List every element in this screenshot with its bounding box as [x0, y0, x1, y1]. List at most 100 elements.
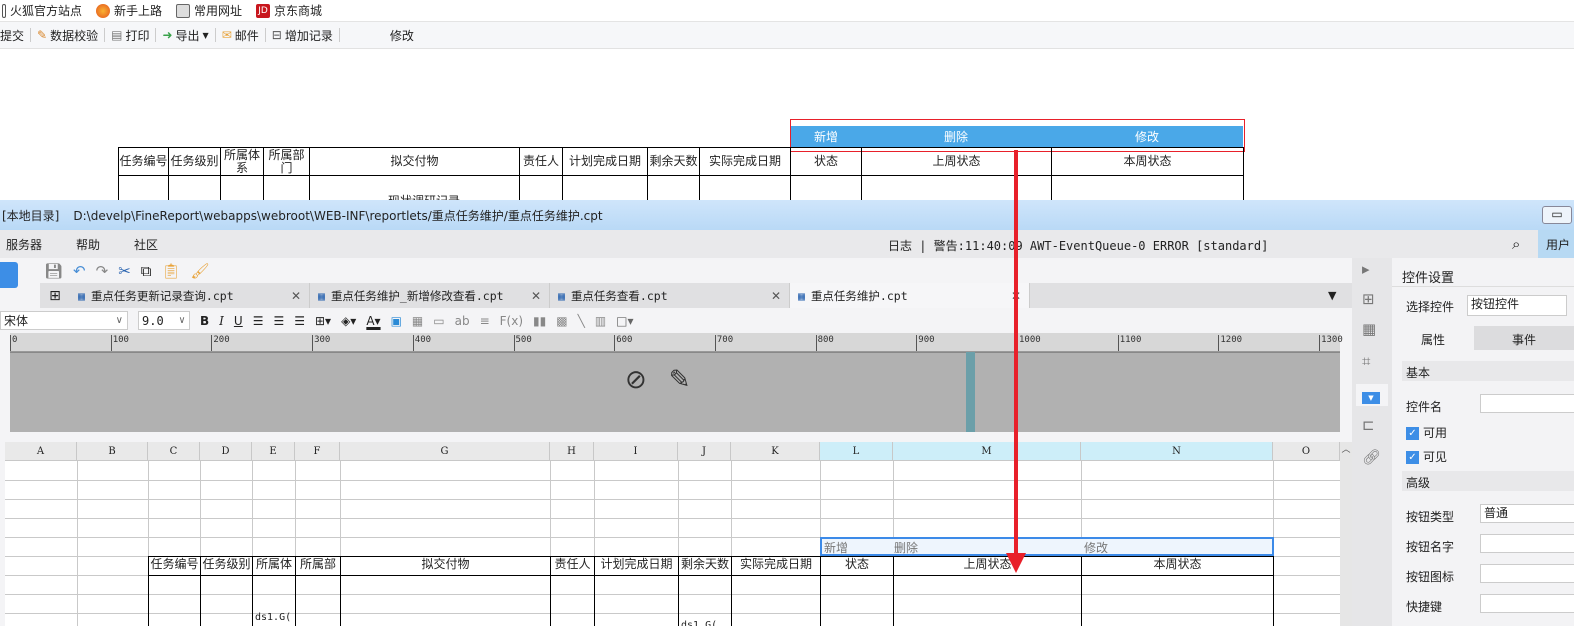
border-icon[interactable]: ⊞▾ — [315, 314, 331, 328]
fill-color-icon[interactable]: ◈▾ — [341, 314, 356, 328]
close-icon[interactable]: ✕ — [531, 289, 541, 303]
tab-update-record-query[interactable]: ▦ 重点任务更新记录查询.cpt ✕ — [70, 283, 310, 308]
grid-header-cell[interactable]: 剩余天数 — [678, 556, 732, 576]
advanced-section[interactable]: 高级 — [1402, 471, 1574, 491]
paste-icon[interactable]: 📋︎ — [162, 262, 181, 280]
hide-eye-icon[interactable]: ⊘ — [625, 365, 647, 395]
column-header-A[interactable]: A — [5, 442, 77, 461]
cell-formula[interactable]: ds1.G( — [681, 620, 717, 626]
font-size-select[interactable]: 9.0 ∨ — [138, 311, 190, 330]
grid-header-cell[interactable]: 任务编号 — [148, 556, 201, 576]
column-header-I[interactable]: I — [594, 442, 678, 461]
grid-header-cell[interactable]: 实际完成日期 — [731, 556, 821, 576]
scroll-up-icon[interactable]: ︿ — [1340, 442, 1352, 455]
font-color-icon[interactable]: A▾ — [366, 314, 380, 328]
pane-edge[interactable] — [966, 352, 975, 432]
button-icon-input[interactable] — [1480, 564, 1574, 583]
column-header-O[interactable]: O — [1273, 442, 1340, 461]
grid-data-cell[interactable] — [893, 575, 1082, 626]
grid-header-cell[interactable]: 所属部 — [295, 556, 341, 576]
button-type-select[interactable]: 普通 — [1480, 504, 1574, 523]
menu-community[interactable]: 社区 — [128, 236, 158, 253]
vertical-scrollbar[interactable]: ︿ — [1340, 442, 1352, 626]
bookmark-common-sites[interactable]: 常用网址 — [176, 2, 242, 19]
bold-button[interactable]: B — [200, 314, 209, 328]
column-header-J[interactable]: J — [678, 442, 731, 461]
chart-icon[interactable]: ▮▮ — [533, 314, 546, 328]
widget-settings-icon[interactable]: ▼ — [1356, 384, 1388, 406]
cut-icon[interactable]: ✂ — [118, 262, 131, 280]
menu-help[interactable]: 帮助 — [70, 236, 100, 253]
align-center-icon[interactable]: ☰ — [273, 314, 284, 328]
column-header-B[interactable]: B — [77, 442, 148, 461]
bookmark-firefox[interactable]: 火狐官方站点 — [2, 2, 82, 19]
grid-header-cell[interactable]: 状态 — [820, 556, 894, 576]
grid-data-cell[interactable] — [731, 575, 821, 626]
widget-edit[interactable]: 修改 — [1084, 539, 1108, 556]
grid-header-cell[interactable]: 拟交付物 — [340, 556, 551, 576]
grid-data-cell[interactable] — [820, 575, 894, 626]
more-insert-icon[interactable]: □▾ — [616, 314, 633, 328]
slash-icon[interactable]: ╲ — [578, 314, 585, 328]
text-icon[interactable]: ab — [455, 314, 470, 328]
button-name-input[interactable] — [1480, 534, 1574, 553]
grid-header-cell[interactable]: 任务级别 — [200, 556, 253, 576]
widget-name-input[interactable] — [1480, 394, 1574, 413]
column-header-K[interactable]: K — [731, 442, 820, 461]
basic-section[interactable]: 基本 — [1402, 361, 1574, 381]
spreadsheet-grid[interactable]: A B C D E F G H I J K L M N O 任务编号 任务级别 所属体 所属部 拟交付物 责任人 计划完成… — [5, 442, 1340, 626]
edit-pencil-icon[interactable]: ✎ — [669, 365, 691, 395]
align-left-icon[interactable]: ☰ — [253, 314, 264, 328]
column-header-H[interactable]: H — [550, 442, 594, 461]
format-painter-icon[interactable]: 🖌︎ — [191, 262, 210, 280]
cell-formula[interactable]: ds1.G( — [255, 612, 291, 623]
export-button[interactable]: ➜ 导出 ▼ — [156, 28, 216, 43]
email-button[interactable]: ✉ 邮件 — [216, 28, 266, 43]
redo-icon[interactable]: ↷ — [96, 262, 109, 280]
user-button[interactable]: 用户 — [1538, 230, 1574, 258]
column-header-E[interactable]: E — [252, 442, 295, 461]
copy-icon[interactable]: ⧉ — [141, 262, 152, 280]
grid-data-cell[interactable] — [550, 575, 595, 626]
validate-button[interactable]: ✎ 数据校验 — [31, 28, 106, 43]
grid-data-cell[interactable] — [295, 575, 341, 626]
grid-data-cell[interactable] — [678, 575, 732, 626]
close-icon[interactable]: ✕ — [771, 289, 781, 303]
italic-button[interactable]: I — [219, 314, 224, 328]
close-icon[interactable]: ✕ — [291, 289, 301, 303]
tab-task-view[interactable]: ▦ 重点任务查看.cpt ✕ — [550, 283, 790, 308]
expand-arrow-icon[interactable]: ▸ — [1362, 260, 1370, 278]
column-header-G[interactable]: G — [340, 442, 550, 461]
column-header-L[interactable]: L — [820, 442, 893, 461]
column-header-F[interactable]: F — [295, 442, 340, 461]
delete-button[interactable]: 删除 — [861, 126, 1051, 147]
grid-data-cell[interactable] — [1081, 575, 1274, 626]
grid-header-cell[interactable]: 责任人 — [550, 556, 595, 576]
column-header-D[interactable]: D — [200, 442, 252, 461]
bookmark-jd[interactable]: JD 京东商城 — [256, 2, 322, 19]
hyperlink-icon[interactable]: 🔗︎ — [1362, 448, 1381, 466]
tab-list-icon[interactable]: ▼ — [1328, 283, 1352, 308]
grid-header-cell[interactable]: 本周状态 — [1081, 556, 1274, 576]
tab-maintain-add-edit-view[interactable]: ▦ 重点任务维护_新增修改查看.cpt ✕ — [310, 283, 550, 308]
visible-checkbox[interactable]: ✓ 可见 — [1406, 448, 1447, 465]
condition-icon[interactable]: ⊏ — [1362, 416, 1375, 434]
selected-button-widgets[interactable]: 新增 删除 修改 — [820, 537, 1274, 556]
widget-delete[interactable]: 删除 — [894, 539, 918, 556]
search-icon[interactable]: ⌕ — [1512, 235, 1520, 253]
widget-add[interactable]: 新增 — [824, 539, 848, 556]
align-right-icon[interactable]: ☰ — [294, 314, 305, 328]
grid-data-cell[interactable] — [148, 575, 201, 626]
insert-widget-icon[interactable]: ▭ — [433, 314, 444, 328]
menu-server[interactable]: 服务器 — [0, 236, 42, 253]
shortcut-input[interactable] — [1480, 594, 1574, 613]
column-header-C[interactable]: C — [148, 442, 200, 461]
print-button[interactable]: ▤ 打印 — [105, 28, 157, 43]
add-record-button[interactable]: ⊟ 增加记录 — [266, 28, 340, 43]
cell-attr-icon[interactable]: ⊞ — [1362, 290, 1375, 308]
tab-properties[interactable]: 属性 — [1392, 326, 1474, 350]
tab-task-maintain[interactable]: ▦重点任务维护.cpt✕ — [790, 283, 1030, 308]
column-header-N[interactable]: N — [1081, 442, 1273, 461]
select-widget-dropdown[interactable]: 按钮控件 — [1467, 295, 1567, 316]
submit-button[interactable]: 提交 — [0, 28, 32, 43]
